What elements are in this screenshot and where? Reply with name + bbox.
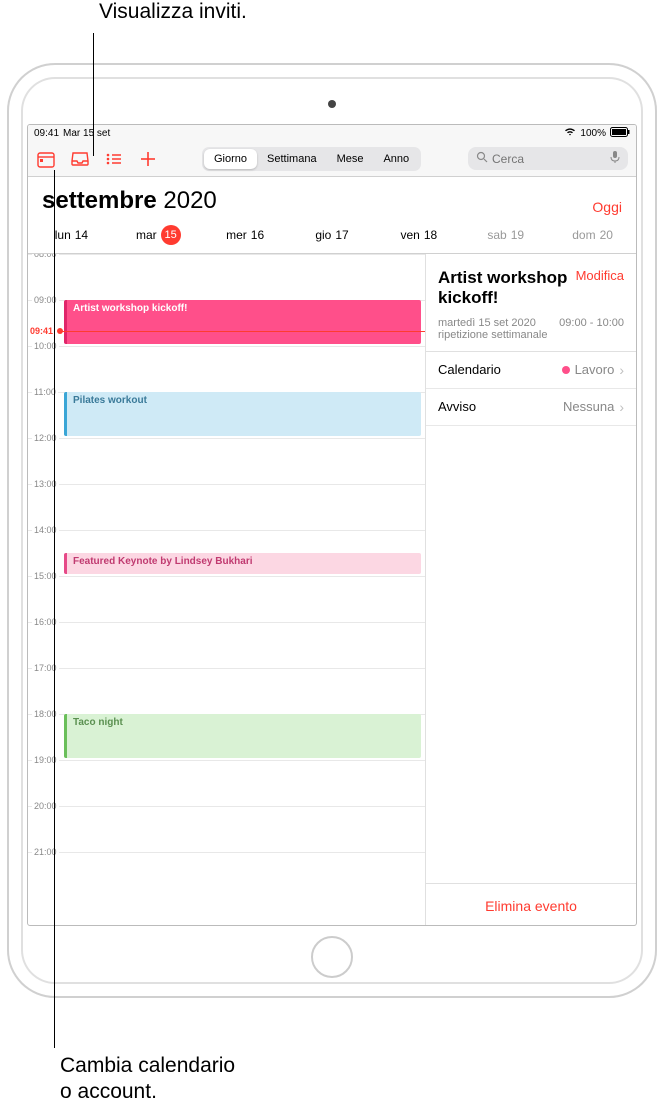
callout-accounts-2: o account. [60, 1080, 157, 1104]
status-bar: 09:41 Mar 15 set 100% [28, 125, 636, 141]
calendar-color-dot [562, 366, 570, 374]
today-button[interactable]: Oggi [592, 199, 622, 215]
hour-row: 15:00 [28, 576, 425, 622]
callout-line-top [93, 33, 94, 156]
search-icon [476, 151, 488, 166]
chevron-right-icon: › [619, 399, 624, 415]
list-icon[interactable] [104, 149, 124, 169]
callout-line-bottom [54, 170, 55, 1048]
event-detail-panel: Artist workshop kickoff! Modifica marted… [426, 254, 636, 926]
inbox-icon[interactable] [70, 149, 90, 169]
ipad-device-frame: 09:41 Mar 15 set 100% Giorno Settimana M… [7, 63, 657, 998]
add-event-icon[interactable] [138, 149, 158, 169]
month-name: settembre [42, 187, 157, 214]
day-time-grid[interactable]: 08:0009:0010:0011:0012:0013:0014:0015:00… [28, 254, 426, 926]
detail-calendar-label: Calendario [438, 362, 501, 377]
detail-title: Artist workshop kickoff! [438, 268, 568, 309]
hour-row: 13:00 [28, 484, 425, 530]
weekday-fri[interactable]: ven18 [375, 225, 462, 245]
hour-row: 17:00 [28, 668, 425, 714]
hour-row: 19:00 [28, 760, 425, 806]
detail-repeat: ripetizione settimanale [438, 329, 547, 341]
home-button[interactable] [311, 936, 353, 978]
screen: 09:41 Mar 15 set 100% Giorno Settimana M… [27, 124, 637, 926]
hour-row: 10:00 [28, 346, 425, 392]
event-block[interactable]: Pilates workout [64, 392, 421, 436]
status-time: 09:41 [34, 128, 59, 139]
chevron-right-icon: › [619, 362, 624, 378]
callout-invites: Visualizza inviti. [99, 0, 247, 24]
segment-month[interactable]: Mese [327, 149, 374, 169]
weekday-tue[interactable]: mar15 [115, 225, 202, 245]
view-segmented-control: Giorno Settimana Mese Anno [202, 147, 421, 171]
segment-day[interactable]: Giorno [204, 149, 257, 169]
search-field[interactable] [468, 147, 628, 170]
detail-alert-row[interactable]: Avviso Nessuna › [426, 389, 636, 426]
wifi-icon [564, 127, 576, 139]
hour-row: 08:00 [28, 254, 425, 300]
detail-alert-label: Avviso [438, 399, 476, 414]
status-date: Mar 15 set [63, 128, 110, 139]
battery-icon [610, 127, 630, 140]
event-block[interactable]: Taco night [64, 714, 421, 758]
camera-dot [328, 100, 336, 108]
weekday-thu[interactable]: gio17 [289, 225, 376, 245]
hour-row: 16:00 [28, 622, 425, 668]
event-block[interactable]: Artist workshop kickoff! [64, 300, 421, 344]
detail-calendar-value: Lavoro [575, 362, 615, 377]
mic-icon[interactable] [610, 150, 620, 167]
delete-event-button[interactable]: Elimina evento [426, 883, 636, 926]
detail-date: martedì 15 set 2020 [438, 317, 547, 329]
segment-week[interactable]: Settimana [257, 149, 327, 169]
event-block[interactable]: Featured Keynote by Lindsey Bukhari [64, 553, 421, 574]
year-label: 2020 [163, 187, 216, 214]
week-day-switcher: lun14 mar15 mer16 gio17 ven18 sab19 dom2… [28, 219, 636, 254]
detail-calendar-row[interactable]: Calendario Lavoro › [426, 352, 636, 389]
month-header: settembre 2020 Oggi [28, 177, 636, 219]
weekday-sun[interactable]: dom20 [549, 225, 636, 245]
search-input[interactable] [492, 152, 572, 166]
hour-row: 20:00 [28, 806, 425, 852]
weekday-wed[interactable]: mer16 [202, 225, 289, 245]
weekday-sat[interactable]: sab19 [462, 225, 549, 245]
hour-row: 12:00 [28, 438, 425, 484]
battery-percent: 100% [580, 128, 606, 139]
weekday-mon[interactable]: lun14 [28, 225, 115, 245]
detail-time-range: 09:00 - 10:00 [559, 317, 624, 341]
hour-row: 21:00 [28, 852, 425, 898]
edit-button[interactable]: Modifica [576, 268, 624, 283]
detail-alert-value: Nessuna [563, 399, 614, 414]
segment-year[interactable]: Anno [373, 149, 419, 169]
now-time-label: 09:41 [30, 326, 53, 336]
callout-accounts-1: Cambia calendario [60, 1054, 235, 1078]
calendars-button[interactable] [36, 149, 56, 169]
now-indicator-line [60, 331, 425, 332]
toolbar: Giorno Settimana Mese Anno [28, 141, 636, 177]
